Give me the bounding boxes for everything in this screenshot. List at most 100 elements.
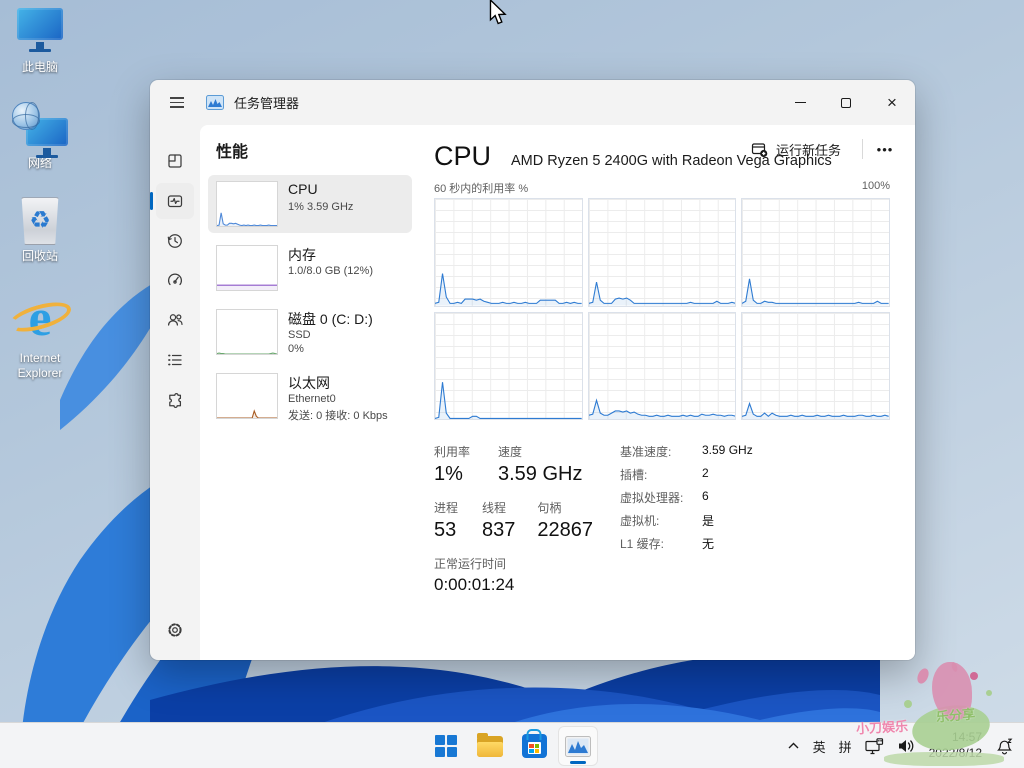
- tray-date: 2022/8/12: [929, 746, 982, 762]
- ime-language-indicator[interactable]: 英: [813, 737, 826, 756]
- details-icon: [166, 351, 184, 369]
- services-icon: [166, 391, 184, 409]
- desktop-icon-label: 回收站: [22, 249, 58, 265]
- sidebar-item-details[interactable]: [156, 342, 194, 378]
- perf-item-sub: 0%: [288, 343, 304, 355]
- task-manager-taskbar-button[interactable]: [558, 726, 598, 766]
- sidebar: [150, 125, 200, 660]
- perf-item-cpu[interactable]: CPU 1% 3.59 GHz: [208, 175, 412, 233]
- titlebar: 任务管理器 ×: [150, 80, 915, 125]
- sidebar-item-processes[interactable]: [156, 143, 194, 179]
- minimize-button[interactable]: [777, 80, 823, 125]
- cpu-details-table: 基准速度:3.59 GHz 插槽:2 虚拟处理器:6 虚拟机:是 L1 缓存:无: [620, 443, 753, 558]
- tray-chevron-up-icon[interactable]: [787, 741, 800, 751]
- windows-logo-icon: [435, 735, 457, 757]
- desktop-icon-label: 此电脑: [22, 60, 58, 76]
- tray-clock[interactable]: 14:57 2022/8/12: [929, 730, 982, 761]
- stat-label: 线程: [482, 499, 515, 516]
- users-icon: [166, 311, 184, 329]
- detail-value: 3.59 GHz: [702, 443, 753, 460]
- cpu-mini-chart: [216, 181, 278, 227]
- processes-icon: [166, 152, 184, 170]
- tray-time: 14:57: [929, 730, 982, 746]
- desktop-icon-internet-explorer[interactable]: e Internet Explorer: [2, 291, 78, 382]
- desktop-icon-recycle-bin[interactable]: ♻ 回收站: [2, 197, 78, 265]
- stat-value: 837: [482, 519, 515, 542]
- content-panel: 性能 运行新任务 ••• CPU 1% 3.59 GHz 内存: [200, 125, 915, 660]
- desktop-icon-label: 网络: [28, 156, 52, 172]
- perf-item-sub: 1.0/8.0 GB (12%): [288, 265, 373, 277]
- sidebar-item-settings[interactable]: [156, 612, 194, 648]
- detail-value: 2: [702, 466, 709, 483]
- window-title: 任务管理器: [234, 93, 299, 112]
- network-tray-icon[interactable]: [865, 738, 884, 755]
- close-button[interactable]: ×: [869, 80, 915, 125]
- perf-item-sub: 1% 3.59 GHz: [288, 201, 353, 213]
- perf-item-sub: SSD: [288, 329, 311, 341]
- perf-item-memory[interactable]: 内存 1.0/8.0 GB (12%): [208, 239, 412, 297]
- notifications-bell-icon[interactable]: [995, 737, 1014, 755]
- core-chart-2: [741, 198, 890, 307]
- volume-tray-icon[interactable]: [897, 738, 916, 754]
- taskbar: 英 拼 14:57 2022/8/12: [0, 722, 1024, 768]
- detail-value: 6: [702, 489, 709, 506]
- detail-value: 是: [702, 512, 714, 529]
- sidebar-item-users[interactable]: [156, 302, 194, 338]
- start-button[interactable]: [426, 726, 466, 766]
- core-chart-1: [588, 198, 737, 307]
- perf-item-title: CPU: [288, 181, 318, 197]
- stat-value: 22867: [537, 519, 593, 542]
- mouse-cursor: [488, 0, 508, 26]
- detail-value: 无: [702, 535, 714, 552]
- network-icon: [12, 102, 68, 152]
- perf-item-ethernet[interactable]: 以太网 Ethernet0 发送: 0 接收: 0 Kbps: [208, 367, 412, 425]
- desktop-icon-network[interactable]: 网络: [2, 102, 78, 172]
- perf-item-disk[interactable]: 磁盘 0 (C: D:) SSD 0%: [208, 303, 412, 361]
- ethernet-mini-chart: [216, 373, 278, 419]
- maximize-button[interactable]: [823, 80, 869, 125]
- memory-mini-chart: [216, 245, 278, 291]
- desktop-icon-label: Internet Explorer: [8, 351, 72, 382]
- stat-label: 句柄: [537, 499, 593, 516]
- performance-list: CPU 1% 3.59 GHz 内存 1.0/8.0 GB (12%) 磁盘 0…: [208, 175, 412, 431]
- stat-value: 53: [434, 519, 460, 542]
- sidebar-item-performance[interactable]: [156, 183, 194, 219]
- app-history-icon: [166, 232, 184, 250]
- perf-item-sub: Ethernet0: [288, 393, 336, 405]
- startup-apps-icon: [166, 271, 184, 289]
- detail-label: L1 缓存:: [620, 535, 702, 552]
- settings-gear-icon: [166, 621, 184, 639]
- perf-item-title: 以太网: [288, 373, 330, 393]
- detail-label: 虚拟处理器:: [620, 489, 702, 506]
- task-manager-app-icon: [206, 95, 224, 110]
- cpu-core-charts: [434, 198, 890, 420]
- microsoft-store-button[interactable]: [514, 726, 554, 766]
- sidebar-item-services[interactable]: [156, 382, 194, 418]
- chart-caption-left: 60 秒内的利用率 %: [434, 180, 528, 196]
- core-chart-3: [434, 312, 583, 421]
- stat-label: 进程: [434, 499, 460, 516]
- recycle-bin-icon: ♻: [20, 197, 60, 245]
- sidebar-item-app-history[interactable]: [156, 223, 194, 259]
- disk-mini-chart: [216, 309, 278, 355]
- cpu-pane-title: CPU: [434, 141, 491, 172]
- file-explorer-button[interactable]: [470, 726, 510, 766]
- core-chart-5: [741, 312, 890, 421]
- sidebar-item-startup-apps[interactable]: [156, 262, 194, 298]
- detail-label: 基准速度:: [620, 443, 702, 460]
- perf-item-sub: 发送: 0 接收: 0 Kbps: [288, 407, 388, 423]
- performance-icon: [166, 192, 184, 210]
- ime-mode-indicator[interactable]: 拼: [839, 737, 852, 756]
- system-tray: 英 拼 14:57 2022/8/12: [787, 723, 1014, 768]
- navigation-menu-button[interactable]: [162, 88, 192, 118]
- stat-label: 利用率: [434, 443, 476, 460]
- desktop-icon-this-pc[interactable]: 此电脑: [2, 8, 78, 76]
- perf-item-title: 磁盘 0 (C: D:): [288, 309, 373, 329]
- task-manager-window: 任务管理器 ×: [150, 80, 915, 660]
- microsoft-store-icon: [522, 734, 547, 758]
- stat-label: 速度: [498, 443, 582, 460]
- task-manager-icon: [565, 736, 591, 757]
- cpu-chip-name: AMD Ryzen 5 2400G with Radeon Vega Graph…: [511, 153, 832, 169]
- detail-label: 插槽:: [620, 466, 702, 483]
- perf-item-title: 内存: [288, 245, 316, 265]
